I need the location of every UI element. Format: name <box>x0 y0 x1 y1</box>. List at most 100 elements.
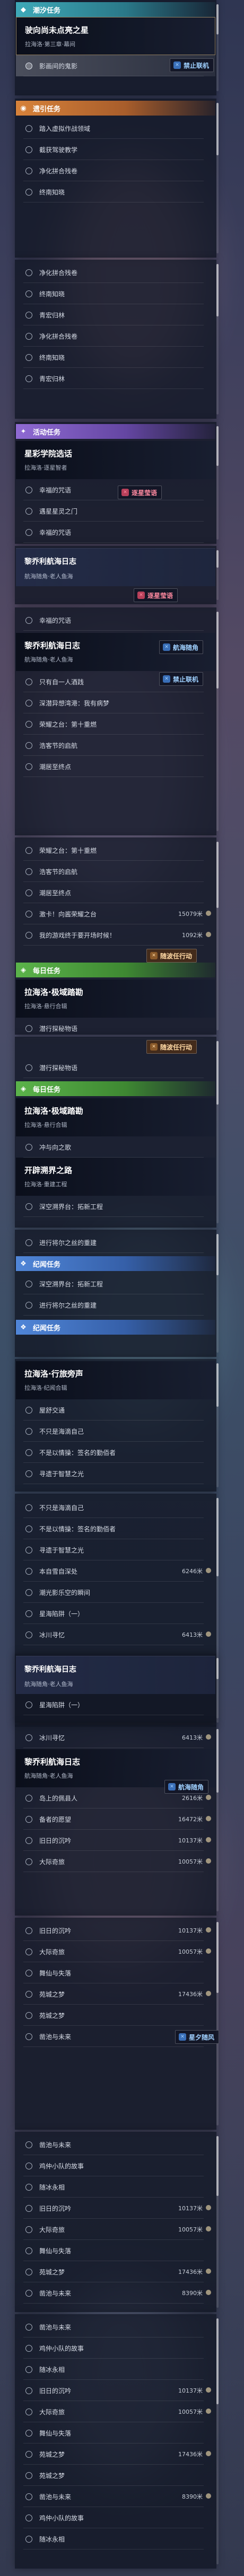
quest-objective[interactable]: 凿池与未来 <box>16 2316 215 2337</box>
scrollbar-thumb[interactable] <box>216 1729 219 1793</box>
quest-objective[interactable]: 寻遗于智慧之光 <box>16 1539 215 1560</box>
quest-objective[interactable]: 寻遗于智慧之光 <box>16 1463 215 1484</box>
quest-entry[interactable]: 拉海洛·行旅旁声 拉海洛·纪闻合辑 <box>16 1361 215 1399</box>
quest-entry[interactable]: 驶向尚未点亮之星 拉海洛·第三章·幕间 <box>16 17 215 55</box>
quest-objective[interactable]: 本自雪自深处 6246米 <box>16 1560 215 1582</box>
status-tag[interactable]: ✕ 随波任行动 <box>146 1040 197 1054</box>
quest-objective[interactable]: 浩客节的启航 <box>16 735 215 756</box>
quest-objective[interactable]: 终南知晓 <box>16 283 215 304</box>
quest-objective[interactable]: 不是以情操：签名的勤佰者 <box>16 1518 215 1539</box>
status-tag[interactable]: ✕ 逐星莹语 <box>134 588 178 602</box>
quest-objective[interactable]: 潮光影乐空的瞬间 <box>16 1582 215 1603</box>
quest-objective[interactable]: 荣耀之台：第十重燃 <box>16 840 215 861</box>
quest-objective[interactable]: 深空溯界台：拓新工程 <box>16 1196 215 1217</box>
scrollbar-thumb[interactable] <box>216 2136 219 2196</box>
scrollbar[interactable] <box>216 1922 219 2125</box>
scrollbar[interactable] <box>216 1363 219 1487</box>
scrollbar[interactable] <box>216 1658 219 1718</box>
quest-card[interactable]: 黎乔利航海日志 航海随角·老人鱼海 <box>16 548 215 586</box>
section-header[interactable]: ◆ 潮汐任务 <box>16 2 215 17</box>
quest-objective[interactable]: 大际奇旅 10057米 <box>16 1941 215 1962</box>
quest-objective[interactable]: 苑城之梦 17436米 <box>16 2261 215 2282</box>
quest-entry[interactable]: 拉海洛·极域踏勘 拉海洛·悬行合辑 <box>16 980 215 1018</box>
quest-objective[interactable]: 浩客节的启航 <box>16 861 215 882</box>
status-tag[interactable]: ✕ 逐星莹语 <box>118 486 162 499</box>
quest-objective[interactable]: 踏入虚拟作战领域 <box>16 118 215 139</box>
status-tag[interactable]: ✕ 航海随角 <box>159 640 204 654</box>
quest-objective[interactable]: 潮居至终点 <box>16 882 215 903</box>
scrollbar-thumb[interactable] <box>216 1363 219 1407</box>
quest-objective[interactable]: 不只是海滴自己 <box>16 1421 215 1442</box>
quest-objective[interactable]: 备者的愿望 16472米 <box>16 1809 215 1830</box>
quest-objective[interactable]: 深空溯界台：拓新工程 <box>16 1273 215 1294</box>
quest-objective[interactable]: 冰川寻忆 6413米 <box>16 1727 215 1748</box>
section-header[interactable]: ❖ 纪闻任务 <box>16 1256 215 1271</box>
status-tag[interactable]: ✕ 禁止联机 <box>170 58 214 72</box>
scrollbar-thumb[interactable] <box>216 1498 219 1576</box>
scrollbar-thumb[interactable] <box>216 103 219 155</box>
quest-objective[interactable]: 潜行探秘物语 <box>16 1018 215 1039</box>
scrollbar[interactable] <box>216 4 219 91</box>
quest-objective[interactable]: 凿池与未来 <box>16 2134 215 2155</box>
quest-objective[interactable]: 旧日的沉吟 10137米 <box>16 1830 215 1851</box>
quest-objective[interactable]: 终南知晓 <box>16 347 215 368</box>
quest-objective[interactable]: 激卡！向酱荣耀之台 15079米 <box>16 903 215 924</box>
section-header[interactable]: ◈ 每日任务 <box>16 963 215 977</box>
quest-objective[interactable]: 净化拼合残卷 <box>16 160 215 181</box>
quest-objective[interactable]: 随冰永相 <box>16 2359 215 2380</box>
status-tag[interactable]: ✕ 星夕随风 <box>175 2030 220 2044</box>
quest-objective[interactable]: 舞仙与失落 <box>16 2422 215 2443</box>
scrollbar-thumb[interactable] <box>216 2318 219 2404</box>
scrollbar-thumb[interactable] <box>216 426 219 466</box>
quest-entry[interactable]: 开辟溯界之路 拉海洛·重建工程 <box>16 1158 215 1196</box>
quest-objective[interactable]: 随冰永相 <box>16 2176 215 2198</box>
scrollbar-thumb[interactable] <box>216 842 219 908</box>
quest-objective[interactable]: 青宏归林 <box>16 304 215 325</box>
scrollbar[interactable] <box>216 1729 219 1911</box>
quest-objective[interactable]: 凿池与未来 8390米 <box>16 2486 215 2507</box>
quest-objective[interactable]: 进行将尔之丝的重建 <box>16 1232 215 1253</box>
quest-objective[interactable]: 遇星星灵之门 <box>16 500 215 522</box>
quest-objective[interactable]: 鸡仲小队的故事 <box>16 2155 215 2176</box>
quest-objective[interactable]: 净化拼合残卷 <box>16 325 215 347</box>
scrollbar-thumb[interactable] <box>216 4 219 34</box>
scrollbar-thumb[interactable] <box>216 1234 219 1275</box>
scrollbar[interactable] <box>216 2318 219 2564</box>
quest-objective[interactable]: 鸡仲小队的故事 <box>16 2507 215 2528</box>
section-header[interactable]: ✦ 活动任务 <box>16 424 215 439</box>
quest-objective[interactable]: 旧日的沉吟 10137米 <box>16 1920 215 1941</box>
scrollbar-thumb[interactable] <box>216 612 219 689</box>
quest-objective[interactable]: 凿池与未来 8390米 <box>16 2282 215 2304</box>
quest-objective[interactable]: 青宏归林 <box>16 368 215 389</box>
quest-objective[interactable]: 不只是海滴自己 <box>16 1497 215 1518</box>
quest-objective[interactable]: 苑城之梦 17436米 <box>16 2443 215 2465</box>
scrollbar[interactable] <box>216 550 219 600</box>
section-header[interactable]: ❖ 纪闻任务 <box>16 1320 215 1335</box>
scrollbar[interactable] <box>216 426 219 540</box>
quest-objective[interactable]: 冲与向之歌 <box>16 1136 215 1158</box>
scrollbar[interactable] <box>216 1041 219 1223</box>
scrollbar[interactable] <box>216 842 219 1030</box>
scrollbar[interactable] <box>216 264 219 414</box>
scrollbar-thumb[interactable] <box>216 264 219 316</box>
quest-objective[interactable]: 不是以情操：签名的勤佰者 <box>16 1442 215 1463</box>
quest-objective[interactable]: 苑城之梦 <box>16 2465 215 2486</box>
quest-objective[interactable]: 屋舒交通 <box>16 1399 215 1421</box>
quest-objective[interactable]: 我的游戏终于要开场时候！ 1092米 <box>16 924 215 946</box>
scrollbar[interactable] <box>216 1234 219 1353</box>
quest-objective[interactable]: 岛上的佩县人 2616米 <box>16 1787 215 1809</box>
scrollbar-thumb[interactable] <box>216 1041 219 1105</box>
quest-objective[interactable]: 荣耀之台：第十重燃 <box>16 713 215 735</box>
quest-objective[interactable]: 苑城之梦 17436米 <box>16 1983 215 2005</box>
quest-objective[interactable]: 舞仙与失落 <box>16 2240 215 2261</box>
scrollbar[interactable] <box>216 2136 219 2308</box>
quest-objective[interactable]: 苑城之梦 <box>16 2005 215 2026</box>
quest-objective[interactable]: 只有自一人酒践 <box>16 671 215 692</box>
section-header[interactable]: ◉ 遗引任务 <box>16 101 215 116</box>
quest-objective[interactable]: 鸡仲小队的故事 <box>16 2337 215 2359</box>
quest-objective[interactable]: 星海陷阱（一） <box>16 1603 215 1624</box>
quest-objective[interactable]: 幸福的咒语 <box>16 479 215 500</box>
quest-objective[interactable]: 幸福的咒语 <box>16 522 215 543</box>
quest-objective[interactable]: 净化拼合残卷 <box>16 262 215 283</box>
quest-objective[interactable]: 旧日的沉吟 10137米 <box>16 2198 215 2219</box>
